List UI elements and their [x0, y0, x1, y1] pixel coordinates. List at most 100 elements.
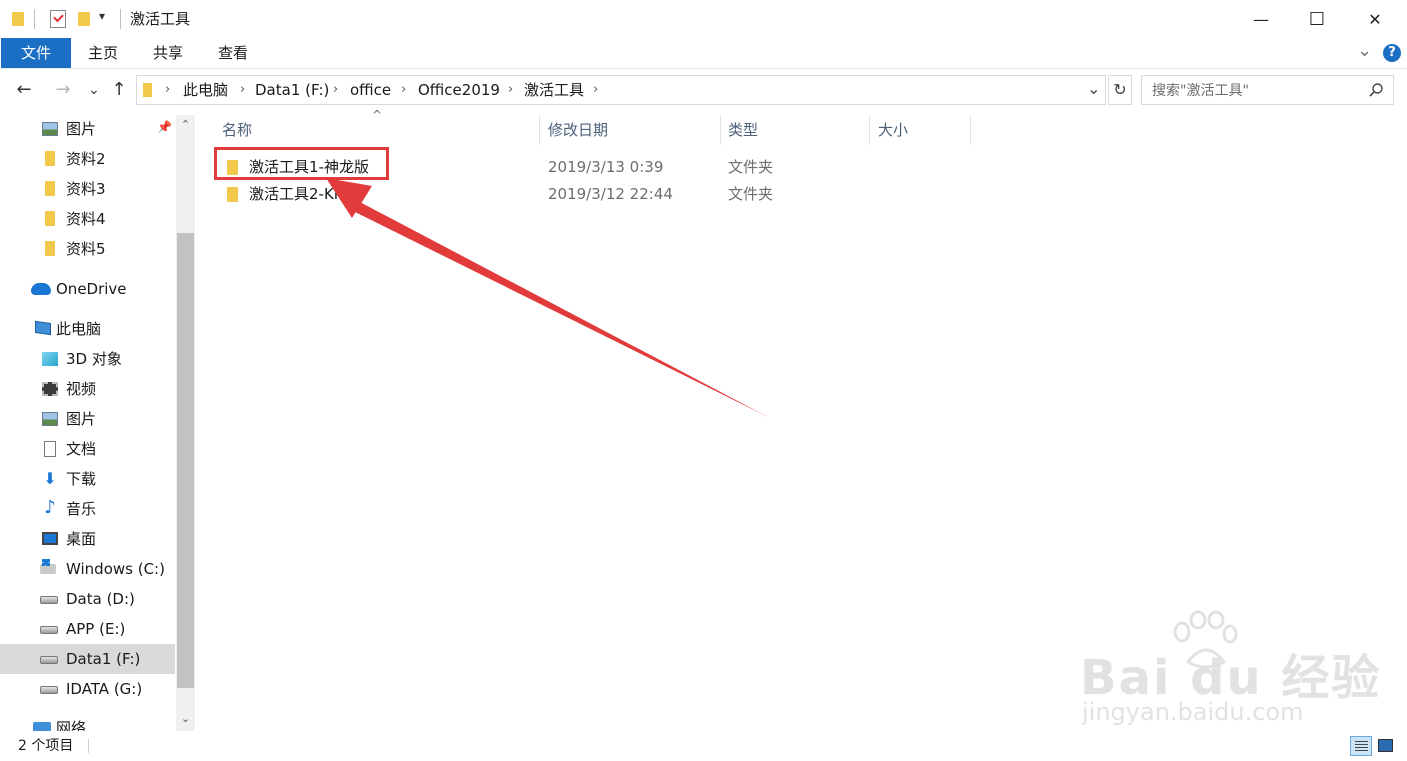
sidebar-item-documents[interactable]: 文档	[0, 434, 175, 464]
folder-icon	[45, 241, 55, 256]
sidebar-item-ziliao5[interactable]: 资料5	[0, 234, 175, 264]
breadcrumb-data1[interactable]: Data1 (F:)	[255, 76, 329, 104]
sidebar-scrollbar-thumb[interactable]	[177, 233, 194, 688]
column-divider[interactable]	[869, 115, 870, 145]
quick-access-dropdown-icon[interactable]: ▾	[99, 9, 105, 23]
column-divider[interactable]	[539, 115, 540, 145]
file-row[interactable]: 激活工具2-KMS 2019/3/12 22:44 文件夹	[216, 181, 976, 208]
sidebar-item-pictures-quick[interactable]: 图片	[0, 114, 175, 144]
sidebar-item-data1-f[interactable]: Data1 (F:)	[0, 644, 175, 674]
sidebar-item-downloads[interactable]: ⬇ 下载	[0, 464, 175, 494]
file-name[interactable]: 激活工具2-KMS	[249, 181, 356, 208]
sidebar-item-network[interactable]: 网络	[0, 714, 175, 731]
tab-view[interactable]: 查看	[205, 38, 261, 68]
watermark-url: jingyan.baidu.com	[1082, 698, 1304, 726]
picture-icon	[42, 412, 58, 426]
column-divider[interactable]	[720, 115, 721, 145]
sidebar-item-label: 桌面	[66, 530, 97, 548]
up-button[interactable]: ↑	[107, 78, 131, 102]
music-icon: ♪	[44, 497, 56, 518]
breadcrumb-separator[interactable]: ›	[333, 76, 338, 104]
sidebar-item-label: Data (D:)	[66, 590, 135, 608]
large-icons-view-icon	[1378, 739, 1393, 752]
search-box[interactable]	[1141, 75, 1394, 106]
folder-icon	[45, 211, 55, 226]
tab-share[interactable]: 共享	[140, 38, 196, 68]
breadcrumb-office2019[interactable]: Office2019	[418, 76, 500, 104]
sidebar-item-ziliao2[interactable]: 资料2	[0, 144, 175, 174]
folder-icon	[12, 12, 24, 26]
file-modified: 2019/3/12 22:44	[548, 185, 673, 203]
sidebar-item-label: 图片	[66, 120, 97, 138]
address-bar[interactable]: › 此电脑 › Data1 (F:) › office › Office2019…	[136, 75, 1106, 105]
address-dropdown-icon[interactable]: ⌄	[1087, 79, 1100, 98]
sidebar-item-idata-g[interactable]: IDATA (G:)	[0, 674, 175, 704]
sidebar-item-windows-c[interactable]: Windows (C:)	[0, 554, 175, 584]
sidebar-item-app-e[interactable]: APP (E:)	[0, 614, 175, 644]
divider	[34, 9, 35, 29]
search-icon[interactable]	[1368, 82, 1384, 98]
recent-locations-button[interactable]: ⌄	[82, 78, 106, 102]
sidebar-item-label: 下载	[66, 470, 97, 488]
desktop-icon	[42, 532, 58, 545]
new-folder-quick-access-icon[interactable]	[78, 12, 90, 26]
maximize-button[interactable]: ☐	[1289, 0, 1345, 38]
this-pc-icon	[35, 320, 51, 336]
close-button[interactable]: ✕	[1347, 0, 1403, 38]
scroll-down-icon[interactable]: ⌄	[176, 711, 195, 727]
drive-icon	[40, 626, 58, 634]
breadcrumb-this-pc[interactable]: 此电脑	[183, 76, 228, 104]
properties-quick-access-icon[interactable]	[50, 10, 66, 28]
breadcrumb-office[interactable]: office	[350, 76, 391, 104]
refresh-button[interactable]: ↻	[1108, 75, 1132, 105]
divider	[0, 68, 1407, 69]
minimize-button[interactable]: —	[1233, 0, 1289, 38]
tab-home[interactable]: 主页	[75, 38, 131, 68]
ribbon-tabs: 文件 主页 共享 查看 ⌄ ?	[0, 38, 1407, 68]
sidebar-item-label: IDATA (G:)	[66, 680, 143, 698]
breadcrumb-separator[interactable]: ›	[240, 76, 245, 104]
breadcrumb-separator[interactable]: ›	[593, 76, 598, 104]
tab-file[interactable]: 文件	[1, 38, 71, 68]
sidebar-item-data-d[interactable]: Data (D:)	[0, 584, 175, 614]
3d-objects-icon	[42, 352, 58, 366]
ribbon-expand-icon[interactable]: ⌄	[1357, 40, 1372, 61]
breadcrumb-separator[interactable]: ›	[165, 76, 170, 104]
help-button[interactable]: ?	[1383, 44, 1401, 62]
window-title: 激活工具	[130, 10, 191, 28]
sidebar-item-label: Windows (C:)	[66, 560, 165, 578]
sidebar-item-label: 视频	[66, 380, 97, 398]
drive-icon	[40, 686, 58, 694]
search-input[interactable]	[1150, 76, 1364, 106]
breadcrumb-separator[interactable]: ›	[401, 76, 406, 104]
column-header-modified[interactable]: 修改日期	[548, 115, 608, 145]
divider	[88, 739, 89, 753]
breadcrumb-activation-tools[interactable]: 激活工具	[524, 76, 584, 104]
sidebar-item-label: OneDrive	[56, 280, 127, 298]
column-header-type[interactable]: 类型	[728, 115, 758, 145]
sidebar-item-desktop[interactable]: 桌面	[0, 524, 175, 554]
sidebar-item-label: APP (E:)	[66, 620, 126, 638]
video-icon	[42, 382, 58, 396]
back-button[interactable]: ←	[12, 78, 36, 102]
sidebar-item-music[interactable]: ♪ 音乐	[0, 494, 175, 524]
scroll-up-icon[interactable]: ⌃	[176, 117, 195, 133]
column-divider[interactable]	[970, 115, 971, 145]
column-header-size[interactable]: 大小	[878, 115, 908, 145]
sidebar-item-pictures[interactable]: 图片	[0, 404, 175, 434]
sidebar-item-label: 资料4	[66, 210, 106, 228]
document-icon	[44, 441, 56, 457]
breadcrumb-separator[interactable]: ›	[508, 76, 513, 104]
sidebar-item-label: 此电脑	[56, 320, 102, 338]
sidebar-item-videos[interactable]: 视频	[0, 374, 175, 404]
details-view-button[interactable]	[1350, 736, 1372, 756]
sidebar-item-onedrive[interactable]: OneDrive	[0, 274, 175, 304]
large-icons-view-button[interactable]	[1375, 736, 1397, 756]
sidebar-item-this-pc[interactable]: 此电脑	[0, 314, 175, 344]
sidebar-item-ziliao3[interactable]: 资料3	[0, 174, 175, 204]
sidebar-item-ziliao4[interactable]: 资料4	[0, 204, 175, 234]
pin-icon[interactable]: 📌	[157, 120, 172, 134]
column-header-name[interactable]: 名称	[222, 115, 252, 145]
sidebar-item-3d-objects[interactable]: 3D 对象	[0, 344, 175, 374]
forward-button[interactable]: →	[51, 78, 75, 102]
